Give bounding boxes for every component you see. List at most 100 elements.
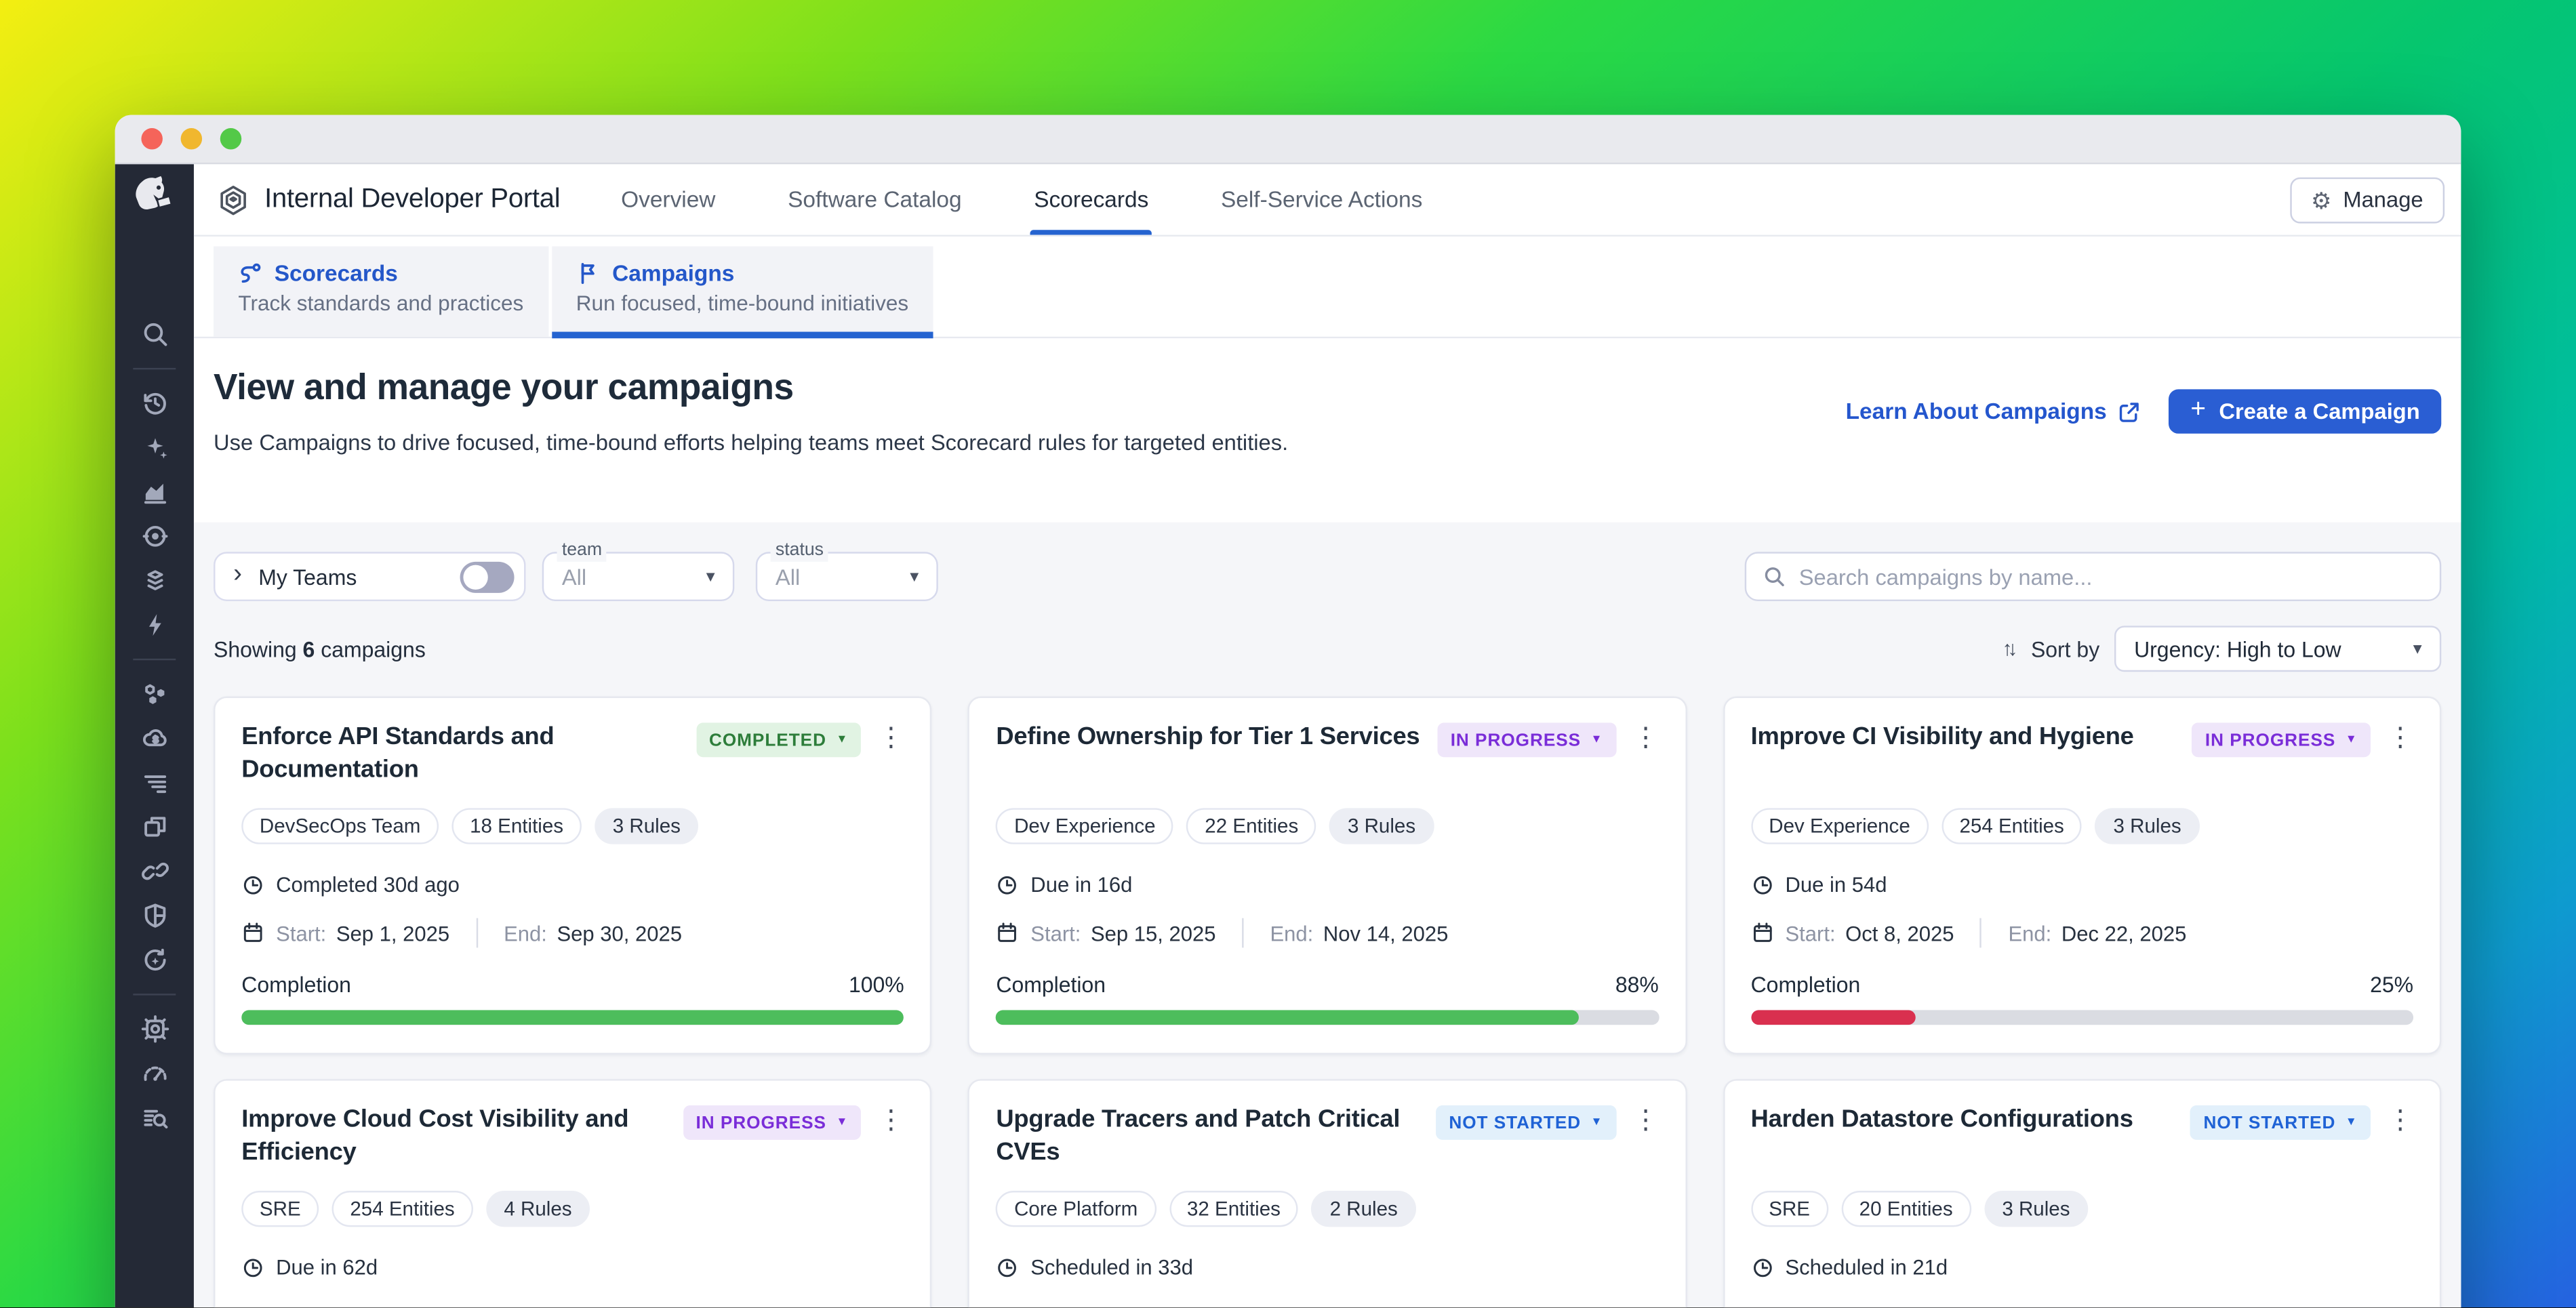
kebab-menu-icon[interactable]: ⋮ <box>2387 1104 2413 1139</box>
kebab-menu-icon[interactable]: ⋮ <box>878 721 904 756</box>
kebab-menu-icon[interactable]: ⋮ <box>2387 721 2413 756</box>
nav-self-service-actions[interactable]: Self-Service Actions <box>1221 164 1422 234</box>
status-badge[interactable]: NOT STARTED ▼ <box>1436 1105 1616 1140</box>
logs-icon[interactable] <box>140 769 168 796</box>
chip: Core Platform <box>996 1191 1156 1227</box>
calendar-icon <box>241 922 264 945</box>
completion-percent: 88% <box>1615 973 1659 997</box>
completion-percent: 25% <box>2370 973 2413 997</box>
campaign-card-grid: Enforce API Standards and Documentation … <box>214 697 2441 1308</box>
route-icon <box>238 261 262 285</box>
hero-section: View and manage your campaigns Use Campa… <box>194 338 2461 522</box>
apm-icon[interactable] <box>140 611 168 639</box>
service-catalog-icon[interactable] <box>140 680 168 708</box>
software-icon[interactable] <box>140 813 168 841</box>
campaign-title: Harden Datastore Configurations <box>1751 1104 2191 1168</box>
campaign-card[interactable]: Define Ownership for Tier 1 Services IN … <box>968 697 1687 1055</box>
chip: DevSecOps Team <box>241 808 439 844</box>
status-badge[interactable]: IN PROGRESS ▼ <box>1437 722 1616 757</box>
manage-button[interactable]: ⚙ Manage <box>2289 177 2444 223</box>
history-icon[interactable] <box>140 389 168 417</box>
team-filter-select[interactable]: team All ▼ <box>542 552 735 601</box>
timing-row: Due in 16d <box>996 872 1658 897</box>
campaign-card[interactable]: Improve Cloud Cost Visibility and Effici… <box>214 1079 932 1308</box>
security-icon[interactable] <box>140 901 168 929</box>
chip: 3 Rules <box>595 808 698 844</box>
status-badge[interactable]: COMPLETED ▼ <box>696 722 862 757</box>
clock-icon <box>1751 1256 1774 1279</box>
chip: SRE <box>241 1191 319 1227</box>
chip: 3 Rules <box>1984 1191 2088 1227</box>
kebab-menu-icon[interactable]: ⋮ <box>1632 1104 1659 1139</box>
search-input[interactable] <box>1799 564 2423 588</box>
completion-progress-bar <box>241 1010 904 1025</box>
datadog-logo[interactable] <box>129 172 179 222</box>
status-badge[interactable]: IN PROGRESS ▼ <box>2192 722 2371 757</box>
search-icon <box>1763 565 1786 588</box>
nav-scorecards[interactable]: Scorecards <box>1034 164 1148 234</box>
error-tracking-icon[interactable] <box>140 1015 168 1043</box>
dates-row: Start: Sep 1, 2025 End: Sep 30, 2025 <box>241 918 904 948</box>
hero-title: View and manage your campaigns <box>214 366 1288 409</box>
status-badge[interactable]: NOT STARTED ▼ <box>2190 1105 2371 1140</box>
sort-select[interactable]: Urgency: High to Low ▼ <box>2114 626 2441 672</box>
status-filter-select[interactable]: status All ▼ <box>756 552 938 601</box>
campaign-card[interactable]: Enforce API Standards and Documentation … <box>214 697 932 1055</box>
completion-row: Completion 88% <box>996 973 1658 997</box>
campaigns-section: › My Teams team All ▼ status <box>194 523 2461 1308</box>
main-panel: Internal Developer Portal Overview Softwa… <box>194 164 2461 1308</box>
watchdog-icon[interactable] <box>140 523 168 550</box>
calendar-icon <box>996 922 1019 945</box>
results-count: Showing 6 campaigns <box>214 636 426 661</box>
sparkles-icon[interactable] <box>140 434 168 462</box>
infrastructure-icon[interactable] <box>140 567 168 594</box>
filter-row: › My Teams team All ▼ status <box>214 552 2441 601</box>
sidebar-icon-rail <box>133 312 176 1139</box>
nav-software-catalog[interactable]: Software Catalog <box>788 164 962 234</box>
window-zoom-button[interactable] <box>220 128 242 150</box>
product-sidebar <box>115 164 194 1308</box>
divider <box>1980 918 1981 948</box>
desktop-background: Internal Developer Portal Overview Softwa… <box>0 0 2576 1308</box>
campaign-card[interactable]: Upgrade Tracers and Patch Critical CVEs … <box>968 1079 1687 1308</box>
my-teams-toggle[interactable] <box>460 561 515 592</box>
app-header: Internal Developer Portal Overview Softwa… <box>194 164 2461 237</box>
cloud-cost-icon[interactable] <box>140 724 168 752</box>
campaign-title: Improve CI Visibility and Hygiene <box>1751 721 2192 785</box>
synthetics-icon[interactable] <box>140 946 168 974</box>
window-titlebar <box>115 115 2461 165</box>
create-campaign-button[interactable]: + Create a Campaign <box>2169 389 2441 433</box>
page-title: Internal Developer Portal <box>264 184 560 215</box>
kebab-menu-icon[interactable]: ⋮ <box>1632 721 1659 756</box>
campaign-title: Improve Cloud Cost Visibility and Effici… <box>241 1104 683 1168</box>
kebab-menu-icon[interactable]: ⋮ <box>878 1104 904 1139</box>
sidebar-divider <box>133 659 176 660</box>
search-icon[interactable] <box>140 321 168 348</box>
window-close-button[interactable] <box>141 128 163 150</box>
campaign-card[interactable]: Harden Datastore Configurations NOT STAR… <box>1723 1079 2441 1308</box>
chip-row: Dev Experience22 Entities3 Rules <box>996 808 1658 844</box>
learn-about-campaigns-link[interactable]: Learn About Campaigns <box>1846 399 2141 424</box>
tab-scorecards[interactable]: Scorecards Track standards and practices <box>214 247 548 337</box>
chevron-down-icon: ▼ <box>907 569 922 585</box>
timing-row: Scheduled in 33d <box>996 1255 1658 1280</box>
my-teams-filter[interactable]: › My Teams <box>214 552 525 601</box>
top-navigation: Overview Software Catalog Scorecards Self-S… <box>621 164 1422 234</box>
completion-progress-bar <box>996 1010 1658 1025</box>
clock-icon <box>241 1256 264 1279</box>
hero-description: Use Campaigns to drive focused, time-bou… <box>214 430 1288 455</box>
log-explorer-icon[interactable] <box>140 1104 168 1132</box>
campaign-card[interactable]: Improve CI Visibility and Hygiene IN PRO… <box>1723 697 2441 1055</box>
gauge-icon[interactable] <box>140 1059 168 1087</box>
tab-campaigns[interactable]: Campaigns Run focused, time-bound initia… <box>551 247 933 337</box>
sidebar-divider <box>133 994 176 995</box>
divider <box>476 918 477 948</box>
nav-overview[interactable]: Overview <box>621 164 715 234</box>
status-badge[interactable]: IN PROGRESS ▼ <box>683 1105 862 1140</box>
window-minimize-button[interactable] <box>181 128 203 150</box>
metrics-icon[interactable] <box>140 478 168 506</box>
sort-arrows-icon: ↑↓ <box>2003 637 2013 660</box>
ci-pipelines-icon[interactable] <box>140 857 168 885</box>
chip: 4 Rules <box>486 1191 590 1227</box>
plus-icon: + <box>2190 397 2206 424</box>
